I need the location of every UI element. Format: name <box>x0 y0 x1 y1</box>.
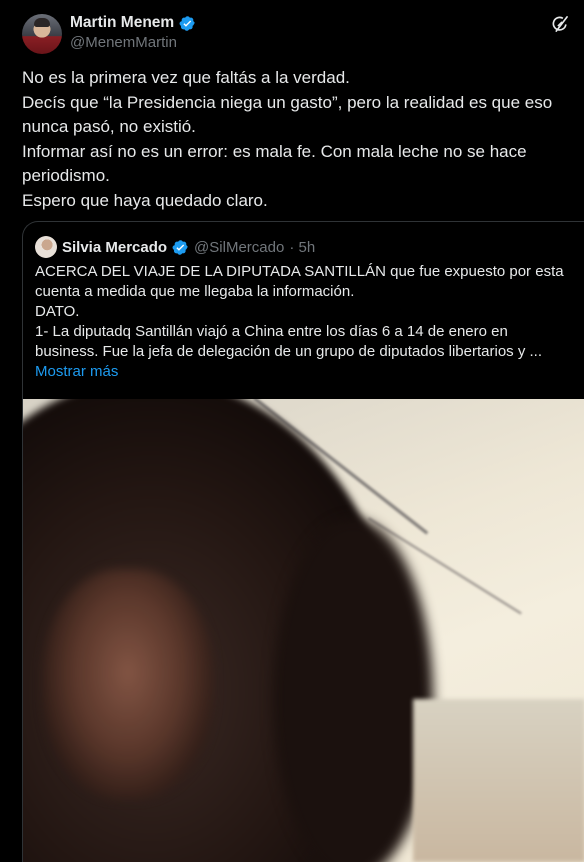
quoted-text: ACERCA DEL VIAJE DE LA DIPUTADA SANTILLÁ… <box>35 262 575 362</box>
quoted-media-image[interactable] <box>23 399 584 862</box>
quoted-line: DATO. <box>35 303 80 320</box>
quoted-tweet-card[interactable]: Silvia Mercado @SilMercado · 5h ACERCA D… <box>22 221 584 862</box>
author-name[interactable]: Martin Menem <box>70 14 174 32</box>
tweet-line: Decís que “la Presidencia niega un gasto… <box>22 92 553 137</box>
author-handle[interactable]: @MenemMartin <box>70 34 177 51</box>
tweet-text: No es la primera vez que faltás a la ver… <box>22 66 567 213</box>
avatar[interactable] <box>22 14 62 54</box>
quoted-author-handle: @SilMercado <box>194 238 285 256</box>
media-face <box>43 569 213 799</box>
quoted-header: Silvia Mercado @SilMercado · 5h <box>35 236 315 258</box>
quoted-line: ACERCA DEL VIAJE DE LA DIPUTADA SANTILLÁ… <box>35 263 564 280</box>
tweet-line: Espero que haya quedado claro. <box>22 190 268 210</box>
quoted-author-name: Silvia Mercado <box>62 238 168 256</box>
media-shoulder <box>413 699 584 862</box>
tweet-line: No es la primera vez que faltás a la ver… <box>22 68 350 87</box>
show-more-link[interactable]: Mostrar más <box>35 363 118 380</box>
quoted-line: cuenta a medida que me llegaba la inform… <box>35 283 355 300</box>
verified-badge-icon <box>179 15 196 32</box>
tweet-header: Martin Menem @MenemMartin <box>22 12 570 56</box>
tweet-line: Informar así no es un error: es mala fe.… <box>22 141 527 186</box>
media-hair <box>273 519 433 862</box>
quoted-line: 1- La diputadq Santillán viajó a China e… <box>35 323 508 340</box>
author-name-row[interactable]: Martin Menem <box>70 14 196 32</box>
quoted-avatar <box>35 236 57 258</box>
quoted-timestamp: · 5h <box>289 238 316 256</box>
quoted-line: business. Fue la jefa de delegación de u… <box>35 343 542 360</box>
grok-icon[interactable] <box>550 14 570 34</box>
verified-badge-icon <box>172 239 189 256</box>
